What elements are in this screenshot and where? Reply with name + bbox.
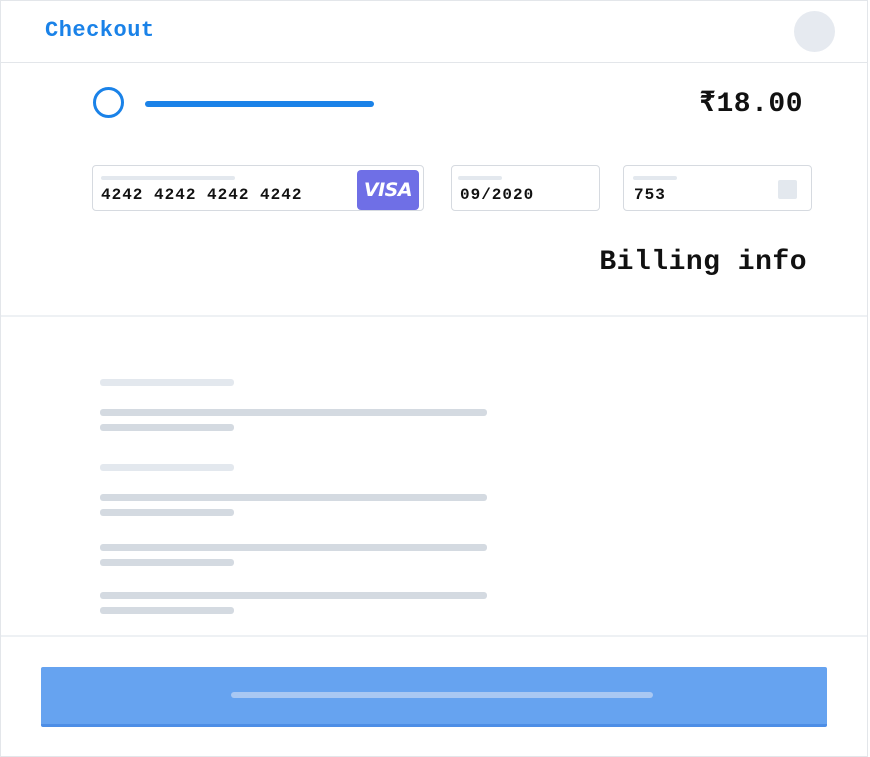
skeleton-line bbox=[100, 607, 234, 614]
skeleton-line bbox=[100, 592, 487, 599]
header: Checkout bbox=[1, 1, 867, 63]
pay-button-label-placeholder bbox=[231, 692, 653, 698]
checkout-window: Checkout ₹18.00 4242 4242 4242 4242 VISA… bbox=[0, 0, 868, 757]
avatar[interactable] bbox=[794, 11, 835, 52]
billing-heading: Billing info bbox=[599, 247, 807, 278]
expiry-value[interactable]: 09/2020 bbox=[460, 186, 534, 204]
visa-logo-icon: VISA bbox=[357, 170, 419, 210]
expiry-field[interactable]: 09/2020 bbox=[451, 165, 600, 211]
progress-bar bbox=[145, 101, 374, 107]
skeleton-line bbox=[100, 424, 234, 431]
skeleton-line bbox=[100, 544, 487, 551]
step-radio-icon[interactable] bbox=[93, 87, 124, 118]
cvc-value[interactable]: 753 bbox=[634, 186, 666, 204]
pay-button[interactable] bbox=[41, 667, 827, 727]
skeleton-line bbox=[100, 379, 234, 386]
skeleton-line bbox=[100, 409, 487, 416]
card-number-field[interactable]: 4242 4242 4242 4242 VISA bbox=[92, 165, 424, 211]
card-number-label-placeholder bbox=[101, 176, 235, 180]
cvc-label-placeholder bbox=[633, 176, 677, 180]
page-title: Checkout bbox=[45, 18, 155, 43]
progress-fill bbox=[145, 101, 374, 107]
skeleton-line bbox=[100, 464, 234, 471]
expiry-label-placeholder bbox=[458, 176, 502, 180]
divider bbox=[1, 635, 867, 637]
skeleton-line bbox=[100, 509, 234, 516]
cvc-card-icon bbox=[778, 180, 797, 199]
cvc-field[interactable]: 753 bbox=[623, 165, 812, 211]
skeleton-line bbox=[100, 559, 234, 566]
total-amount: ₹18.00 bbox=[699, 89, 803, 120]
skeleton-line bbox=[100, 494, 487, 501]
card-number-value[interactable]: 4242 4242 4242 4242 bbox=[101, 186, 302, 204]
divider bbox=[1, 315, 867, 317]
